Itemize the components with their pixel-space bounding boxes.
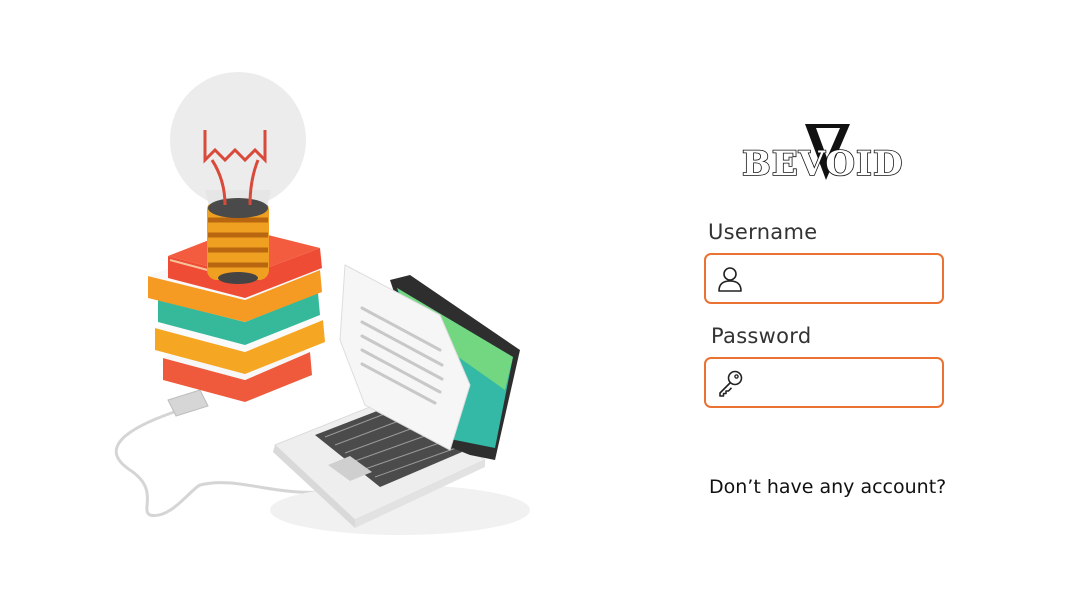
username-field[interactable] bbox=[704, 253, 944, 304]
password-input[interactable] bbox=[754, 359, 934, 406]
lightbulb-books-laptop-illustration bbox=[114, 72, 530, 535]
username-input[interactable] bbox=[754, 255, 934, 302]
brand-logo: BEVOID bbox=[741, 124, 903, 185]
login-page: BEVOID Username Password Don’t have any … bbox=[0, 0, 1086, 613]
password-field[interactable] bbox=[704, 357, 944, 408]
password-label: Password bbox=[711, 324, 812, 348]
user-icon bbox=[718, 267, 742, 292]
key-icon bbox=[719, 370, 743, 397]
username-label: Username bbox=[708, 220, 818, 244]
brand-logo-text: BEVOID bbox=[742, 144, 903, 184]
signup-link[interactable]: Don’t have any account? bbox=[709, 476, 946, 498]
